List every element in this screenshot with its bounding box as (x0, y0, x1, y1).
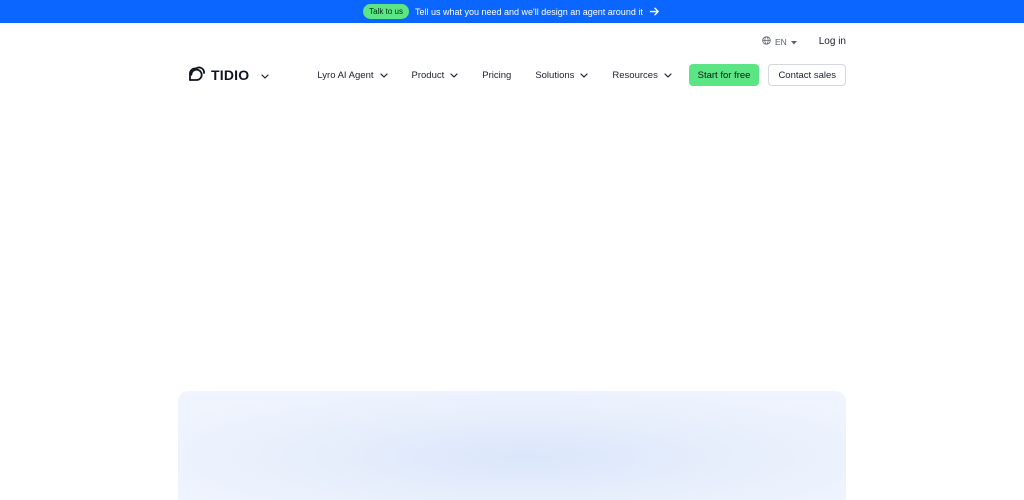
nav-menu: Lyro AI Agent Product Pricing Solutions … (317, 69, 672, 81)
start-for-free-button[interactable]: Start for free (688, 64, 760, 86)
nav-item-resources[interactable]: Resources (612, 69, 672, 81)
nav-item-product[interactable]: Product (412, 70, 459, 81)
nav-item-label: Solutions (535, 69, 575, 81)
caret-down-icon (790, 37, 797, 47)
language-label: EN (774, 36, 787, 47)
announcement-text[interactable]: Tell us what you need and we'll design a… (415, 7, 643, 17)
brand-logo[interactable]: TIDIO (187, 63, 269, 88)
globe-icon (762, 36, 771, 47)
nav-item-label: Pricing (482, 69, 512, 81)
chevron-down-icon (580, 72, 589, 78)
nav-item-label: Product (411, 69, 445, 81)
nav-item-label: Resources (612, 69, 658, 81)
nav-item-label: Lyro AI Agent (317, 69, 374, 81)
nav-item-lyro-ai-agent[interactable]: Lyro AI Agent (317, 69, 388, 81)
brand-name: TIDIO (211, 67, 250, 83)
tidio-logo-icon (187, 63, 207, 88)
contact-sales-button[interactable]: Contact sales (768, 64, 846, 86)
login-link[interactable]: Log in (819, 36, 846, 47)
announcement-bar[interactable]: Talk to us Tell us what you need and we'… (0, 0, 1024, 23)
talk-to-us-badge[interactable]: Talk to us (363, 4, 409, 19)
utility-bar: EN Log in (762, 36, 846, 47)
hero-panel (178, 391, 846, 500)
chevron-down-icon (379, 72, 388, 78)
nav-actions: Start for free Contact sales (688, 64, 846, 86)
language-selector[interactable]: EN (762, 36, 797, 47)
main-navigation: TIDIO Lyro AI Agent Product Pricing Solu… (187, 62, 846, 88)
nav-item-solutions[interactable]: Solutions (535, 69, 589, 81)
chevron-down-icon (450, 72, 458, 78)
nav-item-pricing[interactable]: Pricing (482, 70, 511, 81)
chevron-down-icon (664, 72, 672, 78)
arrow-right-icon[interactable] (649, 6, 661, 18)
chevron-down-icon[interactable] (261, 66, 269, 84)
